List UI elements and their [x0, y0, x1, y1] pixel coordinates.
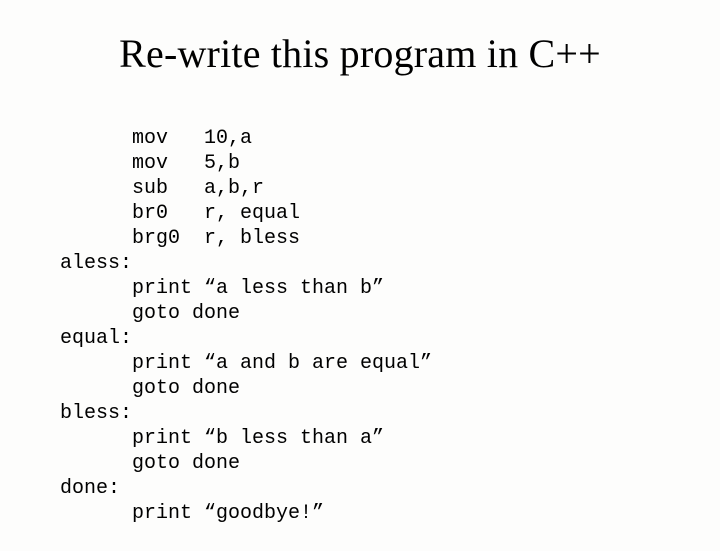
- code-line: goto done: [60, 377, 240, 400]
- code-line: print “goodbye!”: [60, 502, 324, 525]
- code-line: goto done: [60, 452, 240, 475]
- code-line: print “a less than b”: [60, 277, 384, 300]
- code-line: mov 10,a: [60, 127, 252, 150]
- code-line: done:: [60, 477, 120, 500]
- code-line: print “a and b are equal”: [60, 352, 432, 375]
- code-block: mov 10,a mov 5,b sub a,b,r br0 r, equal …: [60, 101, 720, 551]
- code-line: mov 5,b: [60, 152, 240, 175]
- code-line: equal:: [60, 327, 132, 350]
- code-line: brg0 r, bless: [60, 227, 300, 250]
- slide-title: Re-write this program in C++: [0, 30, 720, 77]
- code-line: sub a,b,r: [60, 177, 264, 200]
- code-line: bless:: [60, 402, 132, 425]
- code-line: aless:: [60, 252, 132, 275]
- code-line: br0 r, equal: [60, 202, 300, 225]
- slide: Re-write this program in C++ mov 10,a mo…: [0, 0, 720, 540]
- code-line: goto done: [60, 302, 240, 325]
- code-line: print “b less than a”: [60, 427, 384, 450]
